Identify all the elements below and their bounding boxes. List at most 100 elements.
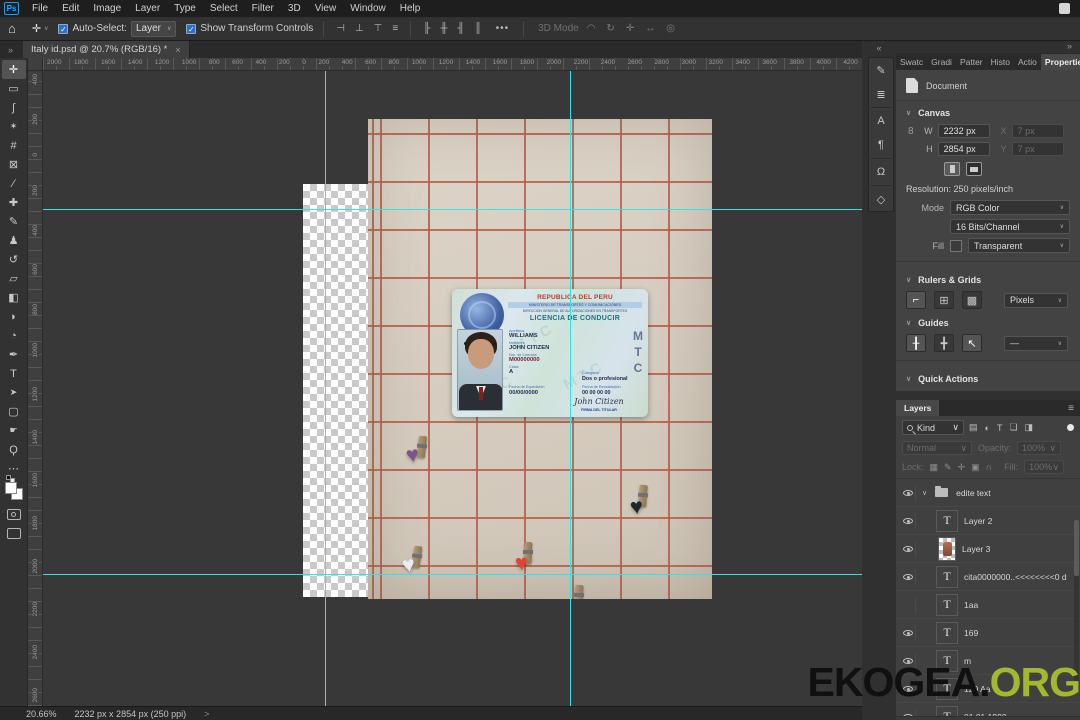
vertical-ruler[interactable]: 400 200 0 200 400 600 800 1000 1200 1400 1600 1800 2… [28,71,43,706]
layer-name[interactable]: Layer 2 [964,516,992,526]
layer-row-hidden[interactable]: T 1aa [896,591,1080,619]
filter-kind-dropdown[interactable]: Kind ∨ [902,420,964,435]
blur-tool[interactable]: ◗ [2,307,26,326]
canvas-viewport[interactable]: ♥ ♥ ♥ ♥ MTC MTC MTC [43,71,862,706]
color-swatches[interactable] [4,475,24,501]
panel-menu-icon[interactable]: ≡ [1068,403,1080,416]
brushes-panel-icon[interactable]: ≣ [869,82,893,106]
visibility-toggle[interactable] [900,568,916,585]
tab-patterns[interactable]: Patter [956,54,987,70]
clone-stamp-tool[interactable]: ♟ [2,231,26,250]
visibility-toggle[interactable] [900,624,916,641]
lock-guides-icon[interactable]: ╋ [934,334,954,352]
ruler-corner[interactable] [28,58,43,71]
menu-item[interactable]: Filter [245,3,281,14]
gradient-tool[interactable]: ◧ [2,288,26,307]
align-icon[interactable]: ⊥ [355,23,364,34]
home-icon[interactable]: ⌂ [0,21,26,36]
horizontal-guide[interactable] [43,209,862,210]
tab-swatches[interactable]: Swatc [896,54,927,70]
tab-properties[interactable]: Properties [1040,54,1080,70]
lock-transparency-icon[interactable]: ▦ [930,462,939,473]
show-transform-checkbox[interactable]: ✓ [186,23,197,34]
landscape-orientation-button[interactable] [966,162,982,176]
bit-depth-dropdown[interactable]: 16 Bits/Channel ∨ [950,219,1070,234]
tab-actions[interactable]: Actio [1014,54,1041,70]
rulers-grids-section-header[interactable]: ∨ Rulers & Grids [896,268,1080,289]
layer-name[interactable]: cita0000000..<<<<<<<<0 d [964,572,1067,582]
3d-mode-icon[interactable]: ✛ [626,23,634,34]
lasso-tool[interactable]: ʃ [2,98,26,117]
pen-tool[interactable]: ✒ [2,345,26,364]
paragraph-panel-icon[interactable]: ¶ [869,133,893,157]
dodge-tool[interactable]: ◔ [2,326,26,345]
object-selection-tool[interactable]: ✶ [2,117,26,136]
menu-item[interactable]: File [25,3,55,14]
hand-tool[interactable]: ☛ [2,421,26,440]
menu-item[interactable]: 3D [281,3,308,14]
lock-position-icon[interactable]: ✛ [958,462,966,473]
zoom-level[interactable]: 20.66% [26,709,57,719]
tab-gradients[interactable]: Gradi [927,54,956,70]
history-brush-tool[interactable]: ↺ [2,250,26,269]
3d-mode-icon[interactable]: ↔ [645,23,655,34]
layer-row[interactable]: T cita0000000..<<<<<<<<0 d [896,563,1080,591]
guides-section-header[interactable]: ∨ Guides [896,311,1080,332]
distribute-icon[interactable]: ╫ [440,23,447,34]
menu-item[interactable]: Window [343,3,393,14]
quick-mask-icon[interactable] [6,509,21,520]
align-icon[interactable]: ⊤ [374,23,383,34]
layer-row[interactable]: T 169 [896,619,1080,647]
quick-actions-section-header[interactable]: ∨ Quick Actions [896,367,1080,388]
toggle-rulers-icon[interactable]: ⌐ [906,291,926,309]
menu-item[interactable]: View [308,3,344,14]
guide-style-dropdown[interactable]: — ∨ [1004,335,1068,351]
distribute-icon[interactable]: ║ [475,23,482,34]
tab-history[interactable]: Histo [987,54,1014,70]
close-icon[interactable]: × [175,45,180,55]
character-panel-icon[interactable]: A [869,109,893,133]
transparent-canvas-area[interactable] [303,184,368,597]
layer-name[interactable]: Layer 3 [962,544,990,554]
brush-settings-panel-icon[interactable]: ✎ [869,58,893,82]
height-field[interactable]: 2854 px [937,142,990,156]
tab-layers[interactable]: Layers [896,400,940,416]
distribute-icon[interactable]: ╢ [457,23,464,34]
move-tool-preset-icon[interactable]: ✛ [26,22,43,35]
collapse-panels-icon[interactable]: « [862,41,896,53]
screen-mode-icon[interactable] [6,528,21,539]
horizontal-ruler[interactable]: 2000 1800 1600 1400 1200 1000 800 600 400 200 0 200… [43,58,862,71]
fill-dropdown[interactable]: Transparent ∨ [968,238,1070,253]
vertical-guide[interactable] [325,71,326,706]
layer-name[interactable]: 169 [964,628,978,638]
vertical-guide[interactable] [570,71,571,706]
type-tool[interactable]: T [2,364,26,383]
horizontal-guide[interactable] [43,574,862,575]
crop-tool[interactable]: # [2,136,26,155]
visibility-toggle[interactable] [900,540,916,557]
menu-item[interactable]: Select [203,3,245,14]
ruler-units-dropdown[interactable]: Pixels ∨ [1004,292,1068,308]
filter-smart-objects-icon[interactable]: ◨ [1025,422,1034,433]
auto-select-checkbox[interactable]: ✓ [58,23,69,34]
link-dimensions-icon[interactable]: 8 [906,126,916,137]
portrait-orientation-button[interactable] [944,162,960,176]
layer-name[interactable]: edite text [956,488,991,498]
tab-overflow-icon[interactable]: » [0,45,23,58]
3d-mode-icon[interactable]: ◎ [666,23,675,34]
lock-all-icon[interactable]: ∩ [986,462,992,472]
visibility-toggle[interactable] [900,596,916,613]
document-photo[interactable]: ♥ ♥ ♥ ♥ MTC MTC MTC [368,119,712,599]
menu-item[interactable]: Edit [55,3,86,14]
canvas-section-header[interactable]: ∨ Canvas [896,101,1080,122]
3d-panel-icon[interactable]: ◇ [869,187,893,211]
menu-item[interactable]: Image [86,3,128,14]
path-selection-tool[interactable]: ➤ [2,383,26,402]
filter-toggle[interactable] [1067,424,1074,431]
3d-mode-icon[interactable]: ↻ [606,23,614,34]
glyphs-panel-icon[interactable]: Ω [869,160,893,184]
eyedropper-tool[interactable]: ∕ [2,174,26,193]
layer-name[interactable]: 1aa [964,600,978,610]
group-caret-icon[interactable]: ∨ [922,489,927,497]
align-icon[interactable]: ⊣ [336,23,345,34]
